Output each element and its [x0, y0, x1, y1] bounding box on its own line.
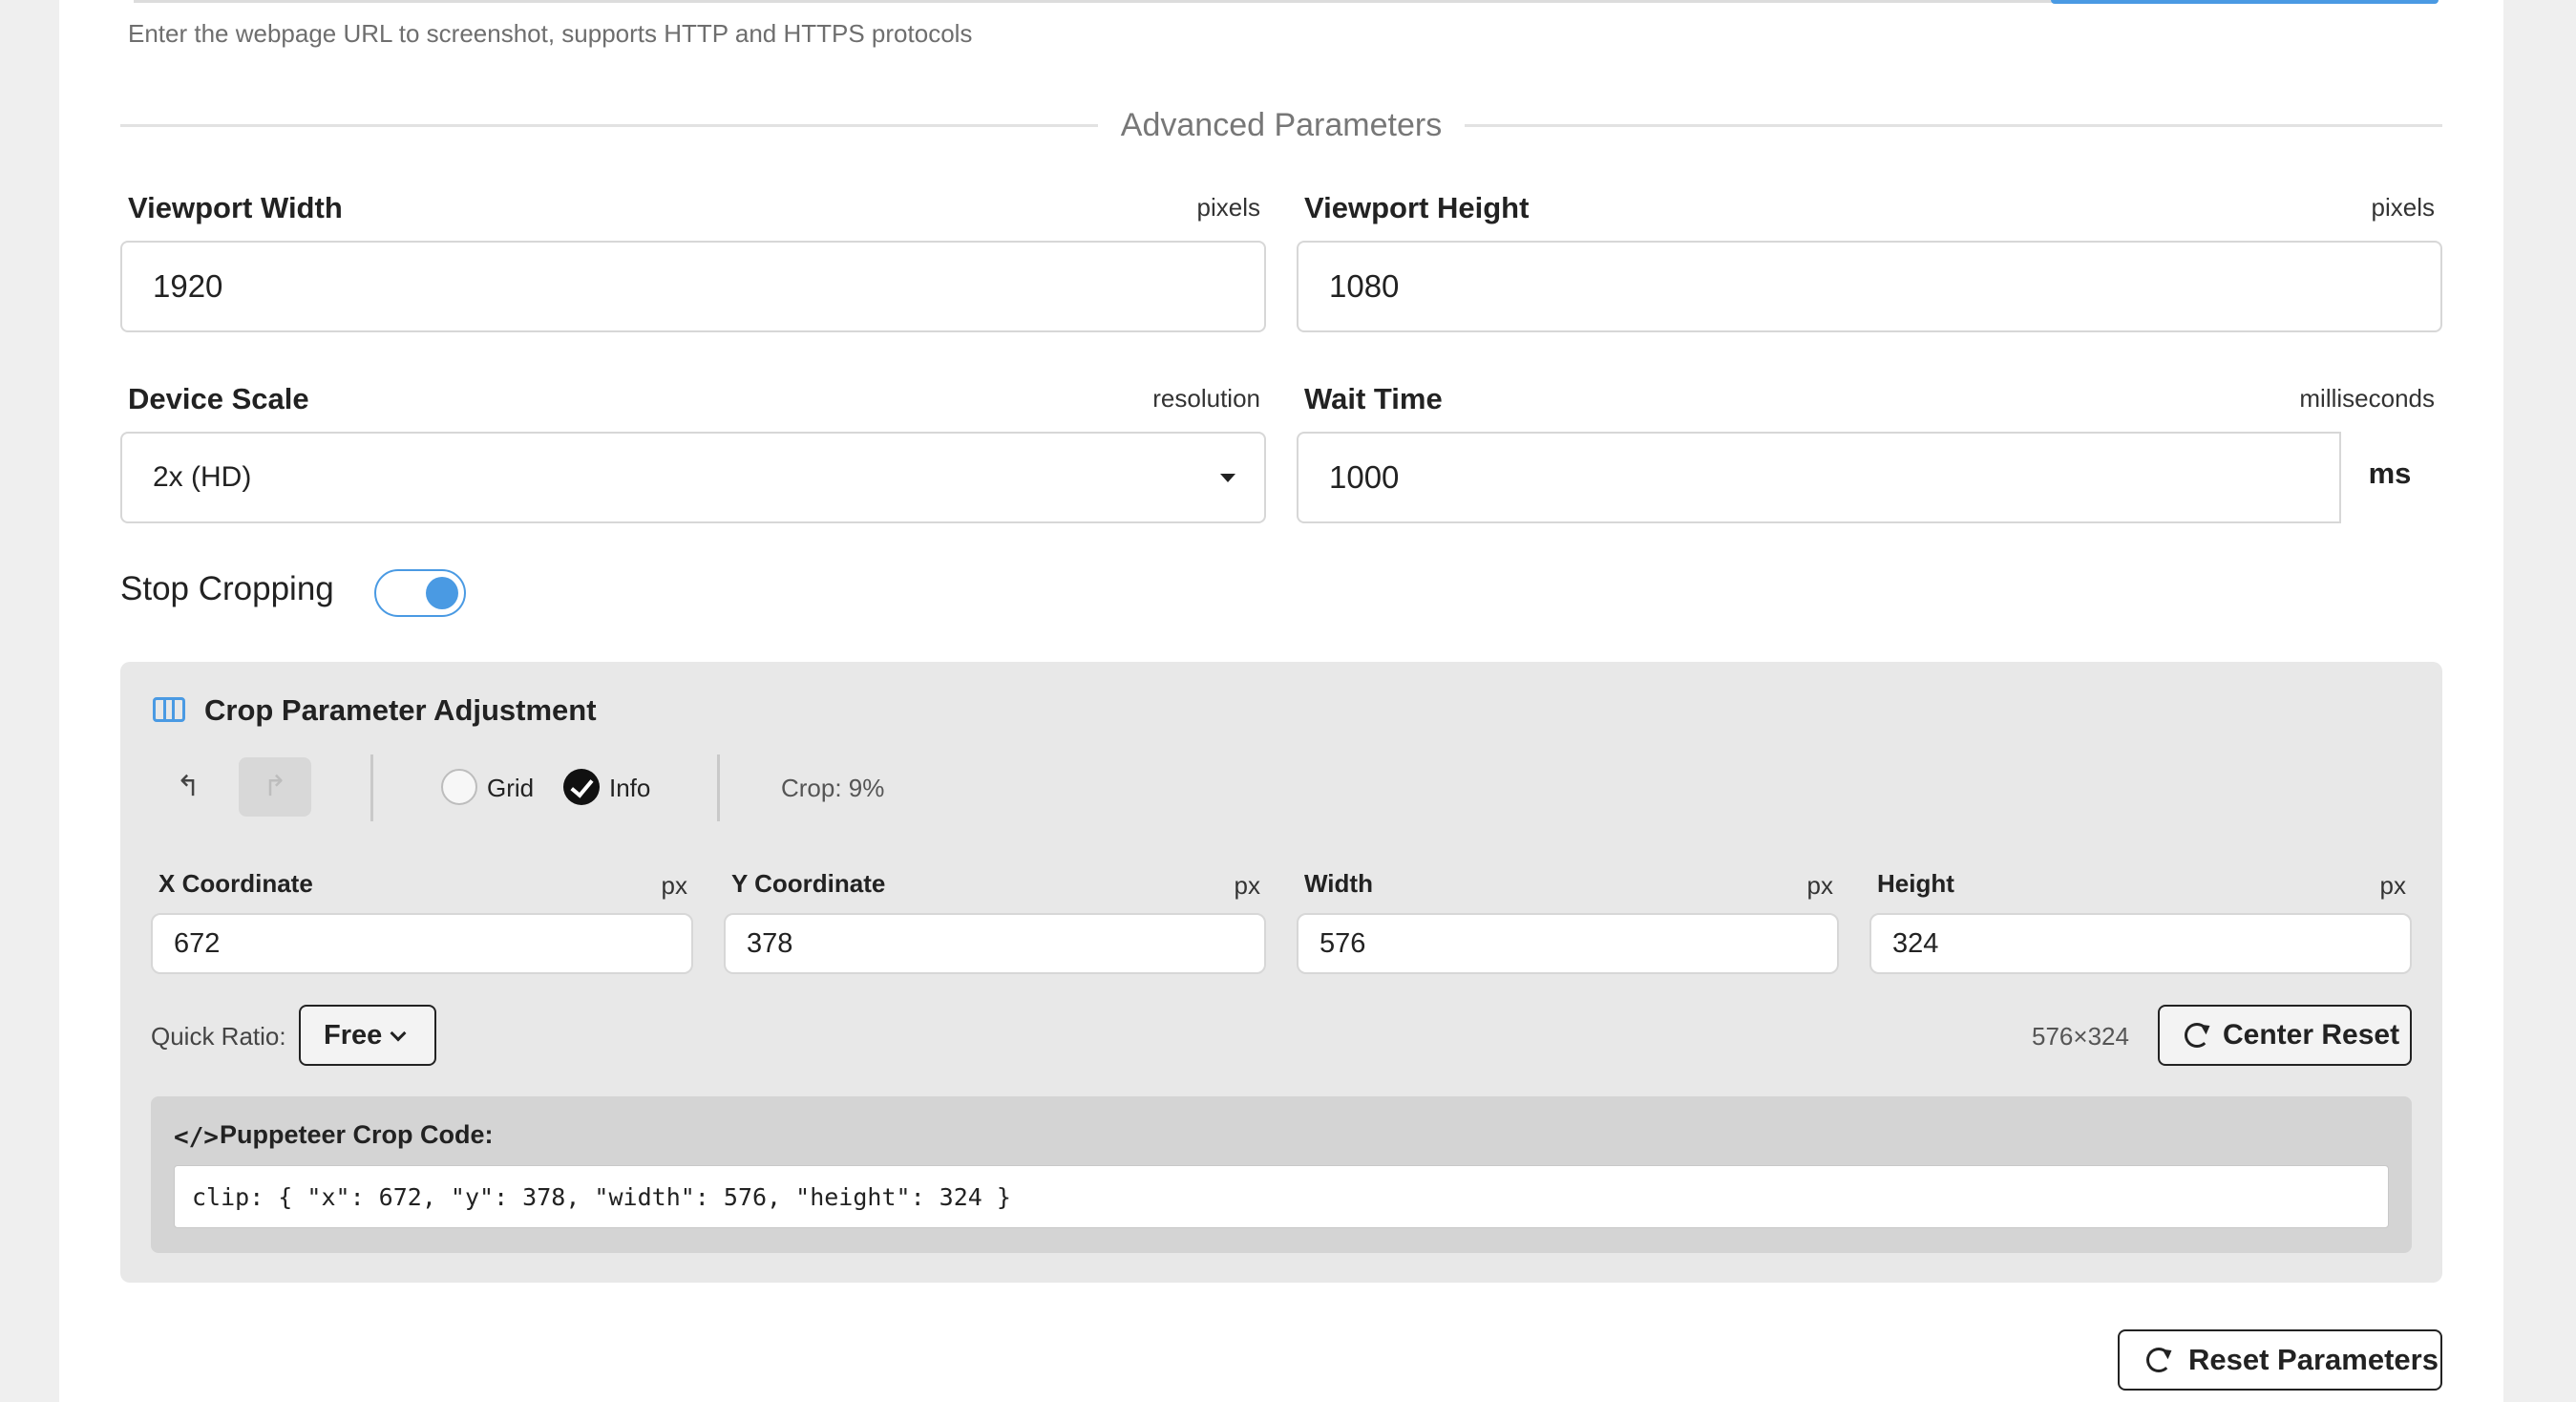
url-hint: Enter the webpage URL to screenshot, sup…: [128, 19, 973, 48]
divider-right: [1465, 124, 2442, 127]
device-scale-unit: resolution: [1152, 384, 1260, 413]
stop-cropping-toggle[interactable]: [374, 569, 466, 617]
redo-button[interactable]: ↱: [239, 757, 311, 817]
y-coordinate-unit: px: [1234, 871, 1260, 900]
divider-left: [120, 124, 1098, 127]
wait-time-suffix: ms: [2368, 457, 2412, 490]
width-unit: px: [1806, 871, 1833, 900]
center-reset-button[interactable]: Center Reset: [2158, 1005, 2412, 1066]
width-input[interactable]: 576: [1297, 913, 1839, 974]
caret-down-icon: [1220, 474, 1235, 482]
viewport-height-input[interactable]: 1080: [1297, 241, 2442, 332]
toggle-knob: [426, 577, 458, 609]
reset-parameters-button[interactable]: Reset Parameters: [2118, 1329, 2442, 1391]
wait-time-unit: milliseconds: [2299, 384, 2435, 413]
crop-panel-title: Crop Parameter Adjustment: [204, 693, 597, 727]
x-coordinate-label: X Coordinate: [158, 869, 313, 898]
device-scale-label: Device Scale: [128, 382, 309, 415]
wait-time-input[interactable]: 1000: [1297, 432, 2341, 523]
toolbar-separator: [717, 754, 720, 821]
viewport-height-unit: pixels: [2371, 193, 2435, 222]
columns-icon: [153, 697, 185, 722]
center-reset-label: Center Reset: [2223, 1019, 2400, 1051]
grid-label: Grid: [487, 774, 535, 802]
height-label: Height: [1877, 869, 1954, 898]
advanced-parameters-heading: Advanced Parameters: [1120, 107, 1443, 143]
x-coordinate-unit: px: [661, 871, 687, 900]
quick-ratio-label: Quick Ratio:: [151, 1022, 286, 1051]
info-label: Info: [609, 774, 651, 802]
toolbar-separator: [370, 754, 373, 821]
puppeteer-code-box[interactable]: clip: { "x": 672, "y": 378, "width": 576…: [174, 1165, 2389, 1228]
refresh-icon: [2185, 1023, 2209, 1048]
crop-dimensions: 576×324: [2032, 1022, 2129, 1051]
quick-ratio-value: Free: [324, 1019, 383, 1051]
height-input[interactable]: 324: [1869, 913, 2412, 974]
refresh-icon: [2146, 1348, 2171, 1372]
y-coordinate-input[interactable]: 378: [724, 913, 1266, 974]
url-input-bottom-edge: [134, 0, 2053, 3]
quick-ratio-select[interactable]: Free: [299, 1005, 436, 1066]
width-label: Width: [1304, 869, 1373, 898]
wait-time-label: Wait Time: [1304, 382, 1443, 415]
reset-parameters-label: Reset Parameters: [2188, 1343, 2439, 1376]
grid-checkbox[interactable]: [441, 769, 477, 805]
height-unit: px: [2379, 871, 2406, 900]
screenshot-button-bottom-edge[interactable]: [2051, 0, 2439, 4]
viewport-width-input[interactable]: 1920: [120, 241, 1266, 332]
code-panel-title: Puppeteer Crop Code:: [220, 1120, 494, 1149]
undo-button[interactable]: ↰: [174, 770, 202, 804]
device-scale-value: 2x (HD): [153, 461, 252, 493]
chevron-down-icon: [390, 1025, 407, 1042]
viewport-width-unit: pixels: [1196, 193, 1260, 222]
code-icon: </>: [174, 1123, 219, 1152]
y-coordinate-label: Y Coordinate: [731, 869, 886, 898]
x-coordinate-input[interactable]: 672: [151, 913, 693, 974]
viewport-height-label: Viewport Height: [1304, 191, 1530, 224]
viewport-width-label: Viewport Width: [128, 191, 343, 224]
device-scale-select[interactable]: 2x (HD): [120, 432, 1266, 523]
crop-percent: Crop: 9%: [781, 774, 885, 802]
info-checkbox[interactable]: [563, 769, 600, 805]
stop-cropping-label: Stop Cropping: [120, 570, 334, 607]
